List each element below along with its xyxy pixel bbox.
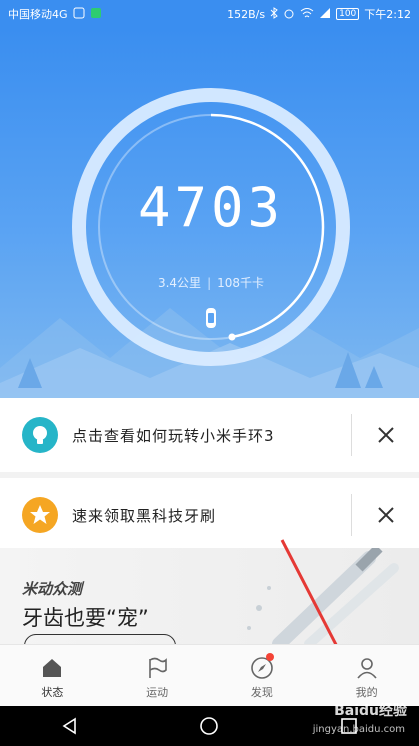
notification-badge: [265, 653, 274, 661]
calories: 108千卡: [217, 276, 265, 290]
progress-ring[interactable]: 4703 3.4公里 | 108千卡: [70, 86, 352, 368]
divider: [351, 494, 352, 536]
tab-bar: 状态 运动 发现 我的: [0, 644, 419, 707]
tip-card-title: 点击查看如何玩转小米手环3: [72, 427, 275, 445]
bluetooth-icon: [270, 6, 278, 22]
bulb-icon: [22, 417, 58, 453]
tab-me[interactable]: 我的: [314, 645, 419, 707]
toothbrush-banner[interactable]: 米动众测 牙齿也要“宠”: [0, 548, 419, 644]
toothbrush-image: [247, 548, 399, 644]
activity-summary[interactable]: 4703 3.4公里 | 108千卡: [0, 28, 419, 398]
status-bar: 中国移动4G 152B/s 100 下午2:12: [0, 0, 419, 28]
promo-card-title: 速来领取黑科技牙刷: [72, 507, 217, 525]
band-icon: [204, 307, 218, 333]
app-icon: [90, 7, 102, 22]
watermark: Baidu经验: [334, 703, 407, 719]
network-speed: 152B/s: [227, 7, 266, 21]
close-icon: [378, 507, 394, 523]
close-button[interactable]: [368, 500, 404, 530]
notification-icon: [73, 7, 85, 22]
distance-calories: 3.4公里 | 108千卡: [70, 274, 352, 291]
alarm-icon: [283, 7, 295, 22]
step-count: 4703: [137, 176, 285, 239]
tab-exercise[interactable]: 运动: [105, 645, 210, 707]
tab-label: 我的: [355, 686, 378, 699]
star-icon: [22, 497, 58, 533]
battery-level: 100: [339, 9, 357, 19]
flag-icon: [149, 657, 167, 678]
divider: [351, 414, 352, 456]
profile-icon: [357, 658, 377, 679]
close-icon: [378, 427, 394, 443]
watermark-url: jingyan.baidu.com: [312, 724, 405, 735]
back-icon: [62, 717, 76, 735]
tip-card[interactable]: 点击查看如何玩转小米手环3: [0, 398, 419, 472]
close-button[interactable]: [368, 420, 404, 450]
carrier-label: 中国移动4G: [8, 8, 68, 21]
tab-label: 状态: [41, 686, 64, 699]
home-icon: [43, 659, 62, 677]
signal-icon: [319, 7, 331, 22]
home-circle-icon: [200, 717, 219, 735]
tab-discover[interactable]: 发现: [210, 645, 315, 707]
banner-brand: 米动众测: [22, 580, 83, 598]
clock: 下午2:12: [364, 8, 411, 21]
progress-dot: [228, 333, 236, 341]
home-button[interactable]: [179, 706, 239, 746]
promo-card[interactable]: 速来领取黑科技牙刷: [0, 478, 419, 552]
banner-cta[interactable]: [24, 634, 176, 644]
separator: |: [207, 276, 212, 290]
back-button[interactable]: [40, 706, 100, 746]
tab-status[interactable]: 状态: [0, 645, 105, 707]
tab-label: 发现: [250, 686, 273, 699]
battery-icon: 100: [336, 8, 360, 20]
tab-label: 运动: [146, 686, 169, 699]
banner-headline: 牙齿也要“宠”: [22, 606, 149, 630]
distance: 3.4公里: [157, 276, 202, 290]
wifi-icon: [300, 7, 314, 22]
